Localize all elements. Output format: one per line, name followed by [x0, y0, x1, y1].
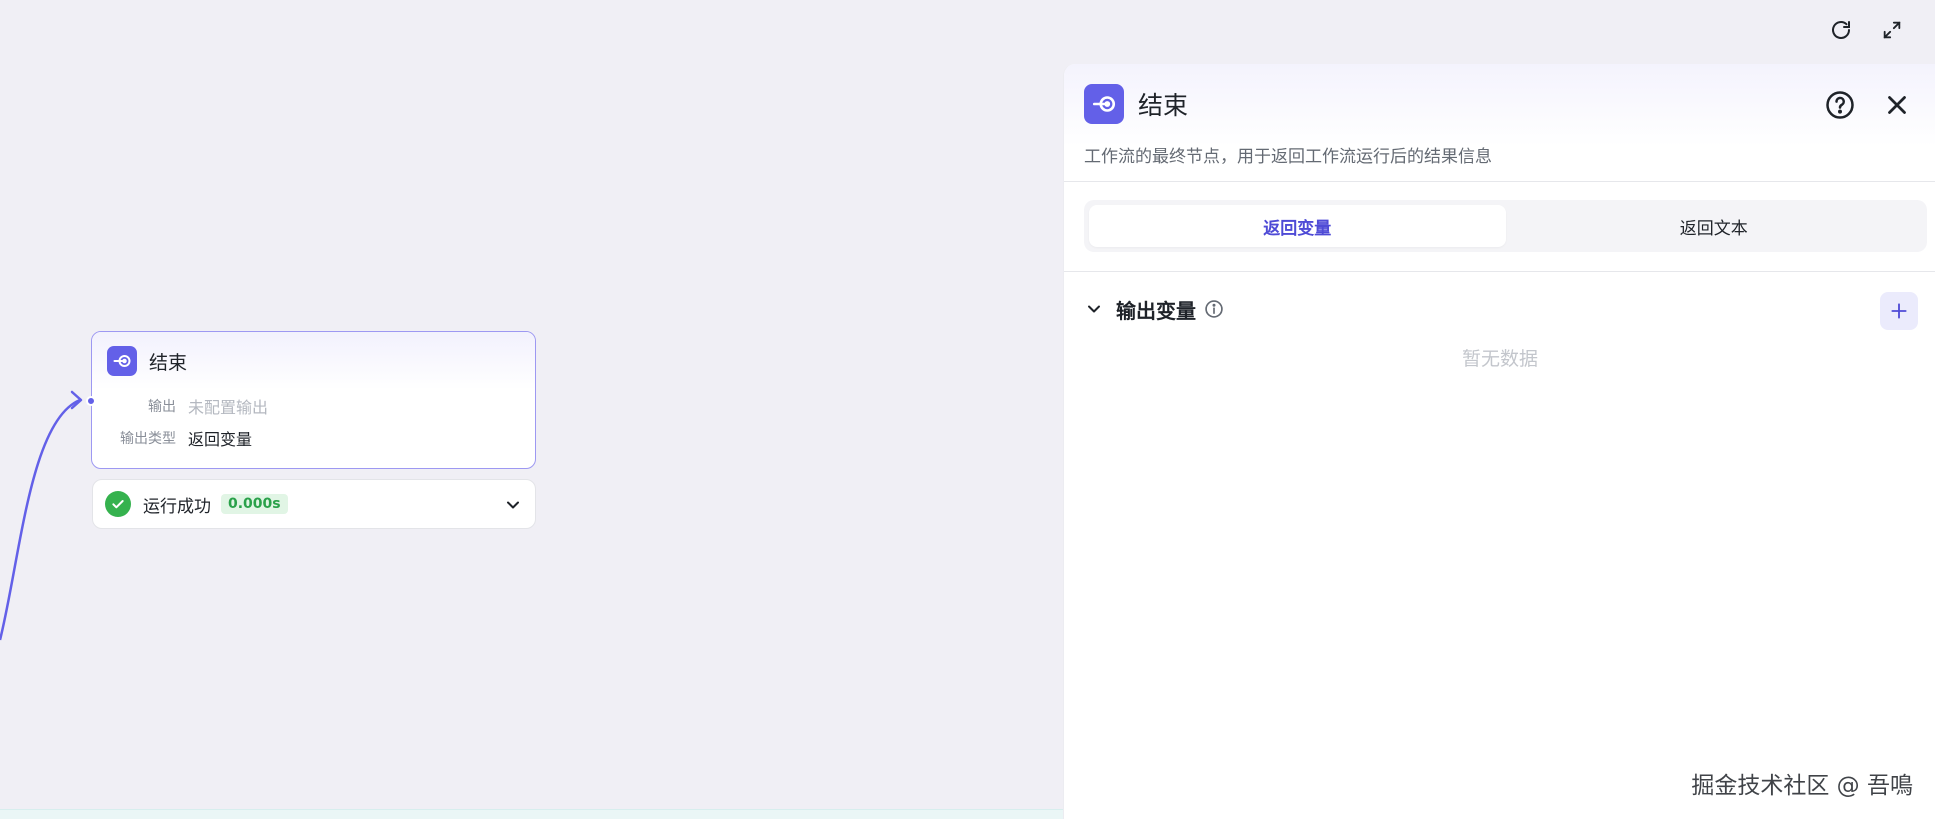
check-circle-icon — [105, 491, 131, 517]
tab-bar: 返回变量 返回文本 — [1064, 182, 1935, 272]
chevron-down-icon[interactable] — [503, 495, 523, 515]
run-status-bar[interactable]: 运行成功 0.000s — [92, 479, 536, 529]
end-node-icon — [1084, 84, 1124, 124]
refresh-button[interactable] — [1825, 14, 1857, 46]
tab-return-text[interactable]: 返回文本 — [1506, 205, 1923, 247]
empty-state-text: 暂无数据 — [1461, 348, 1538, 370]
refresh-icon — [1832, 21, 1850, 39]
node-field-output-type: 输出类型 返回变量 — [92, 422, 535, 454]
info-icon[interactable] — [1204, 299, 1224, 319]
panel-title: 结束 — [1138, 91, 1189, 120]
node-settings-panel: 结束 工作流的最终节点，用于返回工作流运行后的结果信息 返回变量 返回文本 输出… — [1063, 64, 1935, 819]
node-header: 结束 — [92, 332, 535, 390]
chevron-down-icon[interactable] — [1084, 299, 1104, 319]
end-node-icon — [107, 346, 137, 376]
close-icon[interactable] — [1882, 90, 1912, 120]
node-field-output: 输出 未配置输出 — [92, 390, 535, 422]
add-variable-button[interactable] — [1880, 292, 1918, 330]
section-title: 输出变量 — [1116, 298, 1196, 323]
end-node-card[interactable]: 结束 输出 未配置输出 输出类型 返回变量 — [91, 331, 536, 469]
node-field-key: 输出类型 — [120, 431, 176, 447]
node-input-handle[interactable] — [86, 396, 96, 406]
node-title: 结束 — [149, 351, 188, 374]
node-field-value: 未配置输出 — [188, 398, 269, 417]
tab-return-variable[interactable]: 返回变量 — [1089, 205, 1506, 247]
run-duration-badge: 0.000s — [221, 494, 288, 514]
panel-description: 工作流的最终节点，用于返回工作流运行后的结果信息 — [1084, 147, 1492, 167]
plus-icon — [1891, 303, 1907, 319]
node-field-value: 返回变量 — [188, 430, 253, 449]
fullscreen-button[interactable] — [1876, 14, 1908, 46]
run-status-label: 运行成功 — [143, 496, 211, 517]
panel-header: 结束 工作流的最终节点，用于返回工作流运行后的结果信息 — [1064, 64, 1935, 182]
node-field-key: 输出 — [148, 399, 176, 415]
canvas-bottom-strip — [0, 809, 1063, 819]
expand-icon — [1883, 21, 1901, 39]
output-variables-section: 输出变量 暂无数据 — [1064, 272, 1935, 392]
help-icon[interactable] — [1825, 90, 1855, 120]
watermark: 掘金技术社区 @ 吾鳴 — [1691, 773, 1913, 799]
